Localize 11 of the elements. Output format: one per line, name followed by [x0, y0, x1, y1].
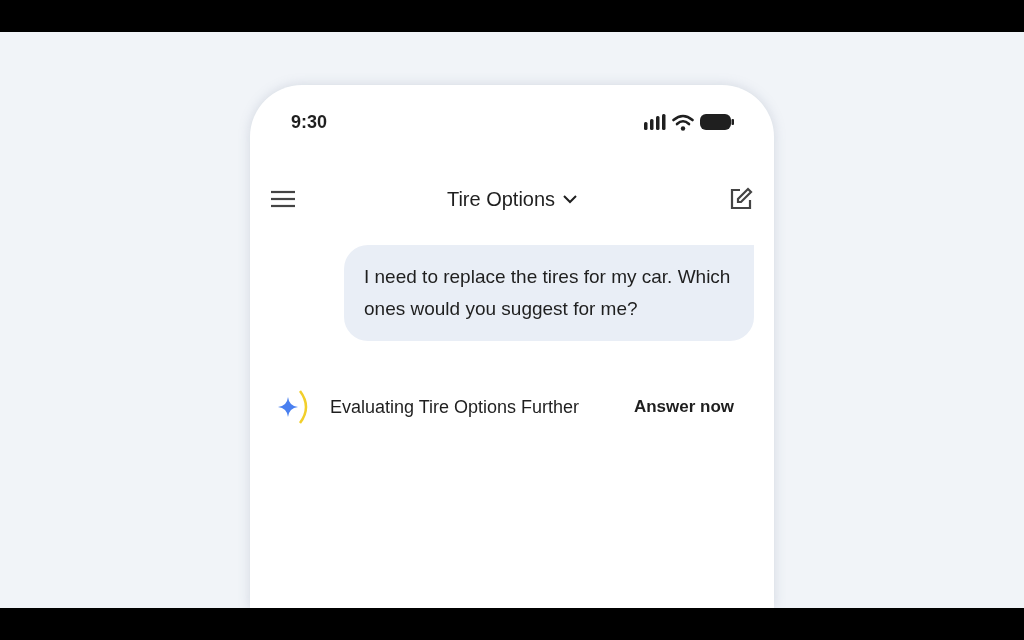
signal-icon — [644, 114, 666, 130]
user-message: I need to replace the tires for my car. Which ones would you suggest for me? — [344, 245, 754, 341]
battery-icon — [700, 114, 734, 130]
new-chat-button[interactable] — [728, 186, 754, 212]
wifi-icon — [672, 113, 694, 131]
sparkle-spinner-icon — [278, 389, 310, 425]
chevron-down-icon — [563, 194, 578, 204]
answer-now-button[interactable]: Answer now — [633, 397, 734, 417]
status-time: 9:30 — [291, 111, 328, 133]
chat-title-dropdown[interactable]: Tire Options — [446, 187, 578, 211]
thinking-status: Evaluating Tire Options Further — [330, 396, 581, 418]
